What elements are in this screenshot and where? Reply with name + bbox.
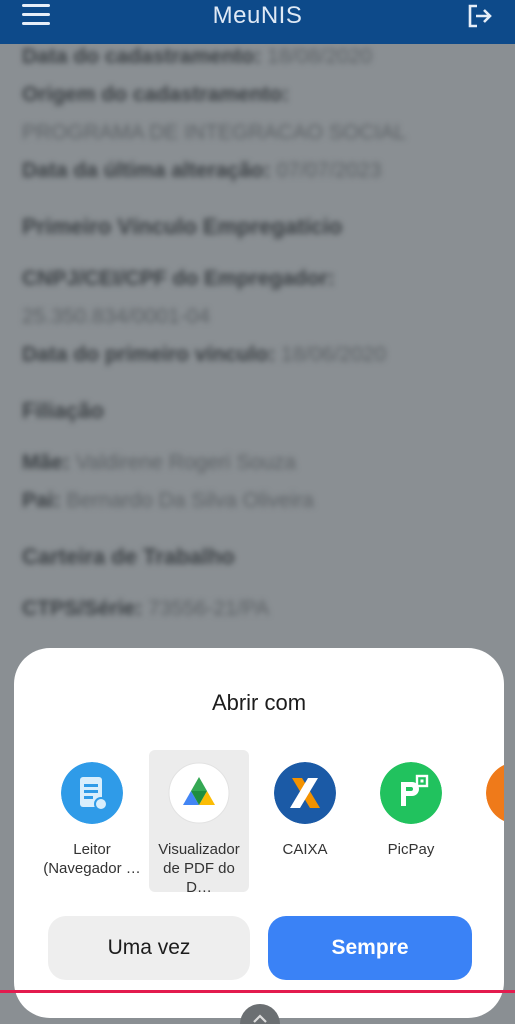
row-value: PROGRAMA DE INTEGRACAO SOCIAL xyxy=(22,121,406,144)
picpay-logo-icon xyxy=(380,762,442,824)
row-value: 25.350.834/0001-04 xyxy=(22,305,211,328)
orange-app-icon xyxy=(486,764,504,822)
app-label: CAIXA xyxy=(282,841,328,858)
row-value: 07/07/2023 xyxy=(276,159,382,182)
info-row: Pai: Bernardo Da Silva Oliveira xyxy=(22,482,492,520)
app-option-picpay[interactable]: PicPay xyxy=(361,750,461,892)
app-label: PicPay xyxy=(387,841,435,858)
info-row: CNPJ/CEI/CPF do Empregador: xyxy=(22,260,492,298)
app-option-partial[interactable]: I xyxy=(467,750,504,892)
just-once-button[interactable]: Uma vez xyxy=(48,916,250,980)
row-label: CTPS/Série: xyxy=(22,597,143,620)
row-value: 18/08/2020 xyxy=(267,45,373,68)
section-title: Carteira de Trabalho xyxy=(22,544,235,569)
document-reader-icon xyxy=(61,762,123,824)
row-value: Bernardo Da Silva Oliveira xyxy=(66,489,314,512)
row-value: 18/06/2020 xyxy=(281,343,387,366)
info-row: 25.350.834/0001-04 xyxy=(22,298,492,336)
row-label: Data da última alteração: xyxy=(22,159,271,182)
app-header: MeuNIS xyxy=(0,0,515,44)
row-label: Data do cadastramento: xyxy=(22,45,262,68)
app-list: Leitor (Navegador … Visualizador de PDF … xyxy=(14,750,504,895)
row-label: Origem do cadastramento: xyxy=(22,83,290,106)
app-option-reader[interactable]: Leitor (Navegador … xyxy=(42,750,142,892)
info-row: CTPS/Série: 73556-21/PA xyxy=(22,590,492,628)
info-row: Mãe: Valdirene Rogeri Souza xyxy=(22,444,492,482)
row-value: 73556-21/PA xyxy=(148,597,270,620)
info-row: Data do cadastramento: 18/08/2020 xyxy=(22,44,492,76)
row-label: Pai: xyxy=(22,489,61,512)
app-label: I xyxy=(467,840,504,859)
chevron-up-icon xyxy=(253,1014,267,1023)
open-with-sheet: Abrir com Leitor (Navegador … Visualizad… xyxy=(14,648,504,1018)
caixa-logo-icon xyxy=(274,762,336,824)
app-logo: MeuNIS xyxy=(212,2,303,29)
logout-icon[interactable] xyxy=(465,2,493,30)
info-row: Origem do cadastramento: xyxy=(22,76,492,114)
app-label: Visualizador de PDF do D… xyxy=(158,841,240,895)
info-row: PROGRAMA DE INTEGRACAO SOCIAL xyxy=(22,114,492,152)
drive-pdf-viewer-icon xyxy=(168,762,230,824)
section-title: Filiação xyxy=(22,398,104,423)
section-title: Primeiro Vínculo Empregatício xyxy=(22,214,343,239)
info-row: Data do primeiro vínculo: 18/06/2020 xyxy=(22,336,492,374)
always-button[interactable]: Sempre xyxy=(268,916,472,980)
row-label: Mãe: xyxy=(22,451,70,474)
row-value: Valdirene Rogeri Souza xyxy=(75,451,296,474)
red-divider-line xyxy=(0,990,515,993)
page-content: Data do cadastramento: 18/08/2020 Origem… xyxy=(22,44,492,628)
app-option-pdf-viewer[interactable]: Visualizador de PDF do D… xyxy=(149,750,249,895)
row-label: Data do primeiro vínculo: xyxy=(22,343,276,366)
app-option-caixa[interactable]: CAIXA xyxy=(255,750,355,892)
info-row: Data da última alteração: 07/07/2023 xyxy=(22,152,492,190)
sheet-title: Abrir com xyxy=(211,690,307,715)
row-label: CNPJ/CEI/CPF do Empregador: xyxy=(22,267,335,290)
app-label: Leitor (Navegador … xyxy=(43,841,141,877)
